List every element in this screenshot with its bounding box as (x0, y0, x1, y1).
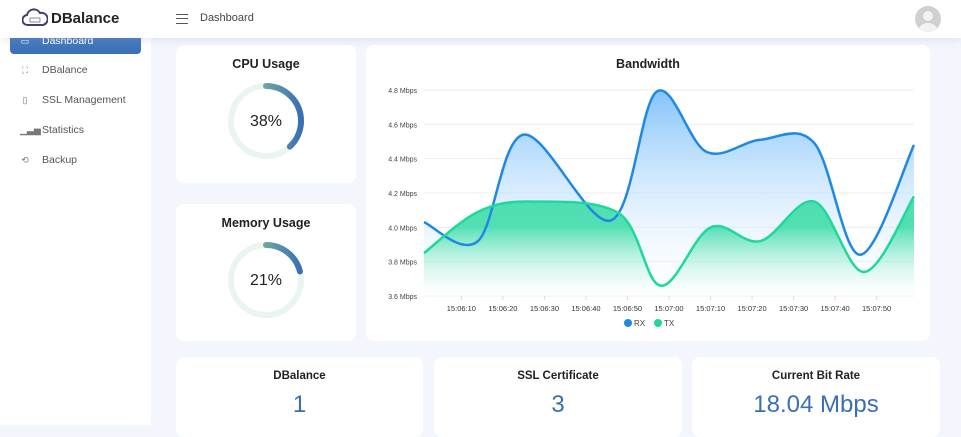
avatar[interactable] (915, 6, 941, 32)
x-tick-label: 15:07:20 (737, 304, 766, 313)
user-icon (919, 11, 937, 32)
stat-value: 3 (551, 391, 565, 418)
sidebar-item-statistics[interactable]: ▁▃▅ Statistics (10, 117, 141, 143)
cloud-logo-icon (22, 8, 48, 26)
stat-card-current-bit-rate: Current Bit Rate 18.04 Mbps (692, 357, 940, 437)
x-tick-label: 15:06:40 (571, 304, 600, 313)
bar-chart-icon: ▁▃▅ (20, 124, 41, 135)
top-header: DBalance Dashboard (0, 0, 961, 38)
legend-label: TX (664, 319, 675, 328)
expand-icon: ⛶ (21, 64, 29, 75)
y-tick-label: 4.0 Mbps (388, 225, 417, 232)
bandwidth-chart: 3.6 Mbps 3.8 Mbps 4.0 Mbps 4.2 Mbps 4.4 Mbps… (388, 88, 916, 328)
sidebar-item-label: Statistics (42, 124, 85, 136)
stat-title: DBalance (273, 370, 326, 382)
logo[interactable]: DBalance (22, 8, 119, 28)
memory-value: 21% (249, 272, 283, 289)
x-tick-label: 15:07:10 (696, 304, 725, 313)
x-tick-label: 15:06:10 (447, 304, 476, 313)
breadcrumb: Dashboard (200, 12, 254, 24)
x-tick-label: 15:07:30 (779, 304, 808, 313)
sidebar-item-dbalance[interactable]: ⛶ DBalance (10, 57, 141, 83)
sidebar: ▭ Dashboard ⛶ DBalance ▯ SSL Management ▁▃▅… (0, 0, 151, 425)
file-icon: ▯ (22, 94, 28, 105)
x-tick-label: 15:06:30 (530, 304, 559, 313)
cpu-value: 38% (249, 113, 283, 130)
sidebar-item-ssl-management[interactable]: ▯ SSL Management (10, 87, 141, 113)
menu-toggle-icon[interactable] (176, 14, 188, 24)
y-tick-label: 4.2 Mbps (388, 191, 417, 198)
stat-card-dbalance: DBalance 1 (176, 357, 423, 437)
sidebar-item-label: SSL Management (42, 94, 126, 106)
stat-card-ssl-certificate: SSL Certificate 3 (434, 357, 682, 437)
x-tick-label: 15:07:50 (862, 304, 891, 313)
y-tick-label: 4.8 Mbps (388, 88, 417, 95)
x-tick-label: 15:07:40 (821, 304, 850, 313)
card-title: Memory Usage (221, 216, 311, 230)
stat-value: 1 (292, 391, 307, 418)
history-icon: ⟲ (21, 154, 29, 165)
y-tick-label: 3.8 Mbps (388, 260, 417, 267)
memory-usage-card: Memory Usage 21% (176, 204, 356, 341)
cpu-usage-card: CPU Usage 38% (176, 45, 356, 183)
stat-value: 18.04 Mbps (753, 391, 879, 418)
y-tick-label: 4.6 Mbps (388, 122, 417, 129)
sidebar-item-label: DBalance (42, 64, 88, 76)
legend-marker-rx (624, 319, 632, 327)
stat-title: Current Bit Rate (771, 370, 861, 382)
sidebar-item-label: Backup (42, 154, 78, 166)
x-tick-label: 15:07:00 (654, 304, 683, 313)
y-tick-label: 4.4 Mbps (388, 157, 417, 164)
bandwidth-card: Bandwidth 3.6 Mbps 3.8 Mbps 4.0 Mbps 4.2 Mb… (366, 45, 930, 341)
x-tick-label: 15:06:20 (488, 304, 517, 313)
x-tick-label: 15:06:50 (613, 304, 642, 313)
card-title: CPU Usage (232, 57, 300, 71)
legend-label: RX (634, 319, 646, 328)
sidebar-item-backup[interactable]: ⟲ Backup (10, 147, 141, 173)
legend-marker-tx (654, 319, 662, 327)
brand-name: DBalance (51, 9, 120, 27)
y-tick-label: 3.6 Mbps (388, 294, 417, 301)
stat-title: SSL Certificate (517, 370, 599, 382)
